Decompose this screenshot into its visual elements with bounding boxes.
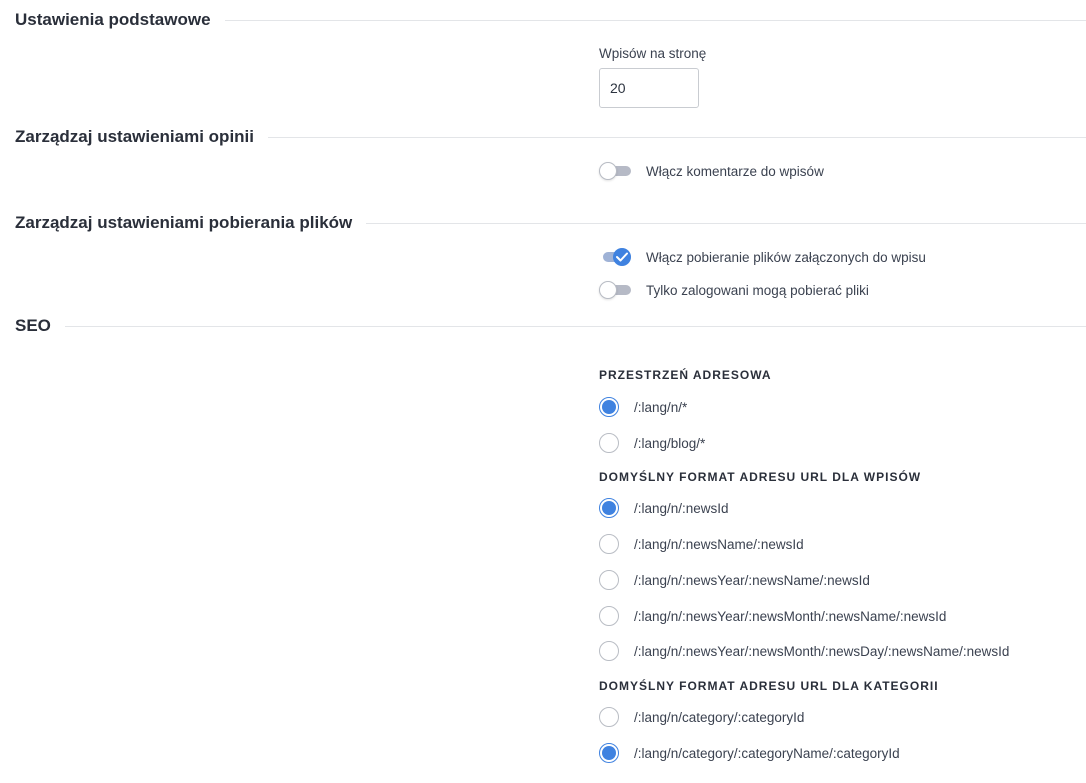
section-divider — [268, 136, 1086, 138]
toggle-row-enable-comments[interactable]: Włącz komentarze do wpisów — [599, 161, 824, 181]
section-divider — [366, 222, 1086, 224]
enable-comments-toggle[interactable] — [599, 162, 631, 180]
toggle-knob — [599, 281, 617, 299]
section-title: Ustawienia podstawowe — [15, 10, 211, 29]
radio-option[interactable]: /:lang/n/category/:categoryName/:categor… — [599, 742, 900, 764]
radio-button[interactable] — [599, 433, 619, 453]
radio-option[interactable]: /:lang/n/:newsName/:newsId — [599, 533, 804, 555]
enable-downloads-toggle[interactable] — [599, 248, 631, 266]
radio-label: /:lang/blog/* — [634, 435, 706, 451]
section-seo: SEO — [15, 314, 1086, 338]
namespace-group-title: PRZESTRZEŃ ADRESOWA — [599, 368, 772, 382]
radio-option[interactable]: /:lang/n/category/:categoryId — [599, 706, 804, 728]
radio-option[interactable]: /:lang/n/:newsYear/:newsMonth/:newsDay/:… — [599, 640, 1009, 662]
radio-label: /:lang/n/category/:categoryName/:categor… — [634, 745, 900, 761]
radio-button[interactable] — [599, 707, 619, 727]
radio-button[interactable] — [599, 498, 619, 518]
logged-only-toggle[interactable] — [599, 281, 631, 299]
posts-per-page-input[interactable] — [599, 68, 699, 108]
radio-button[interactable] — [599, 534, 619, 554]
radio-button[interactable] — [599, 641, 619, 661]
enable-downloads-label: Włącz pobieranie plików załączonych do w… — [646, 249, 926, 265]
section-downloads-settings: Zarządzaj ustawieniami pobierania plików — [15, 211, 1086, 235]
post-url-group-title: DOMYŚLNY FORMAT ADRESU URL DLA WPISÓW — [599, 470, 922, 484]
section-comments-settings: Zarządzaj ustawieniami opinii — [15, 125, 1086, 149]
radio-button[interactable] — [599, 570, 619, 590]
radio-label: /:lang/n/:newsYear/:newsMonth/:newsName/… — [634, 608, 947, 624]
posts-per-page-label: Wpisów na stronę — [599, 46, 707, 61]
logged-only-label: Tylko zalogowani mogą pobierać pliki — [646, 282, 869, 298]
blog-settings-page: Ustawienia podstawowe Wpisów na stronę Z… — [0, 0, 1086, 783]
radio-label: /:lang/n/* — [634, 399, 688, 415]
radio-label: /:lang/n/category/:categoryId — [634, 709, 805, 725]
section-divider — [64, 325, 1086, 327]
check-icon — [616, 252, 628, 262]
toggle-row-logged-only[interactable]: Tylko zalogowani mogą pobierać pliki — [599, 280, 869, 300]
section-title: SEO — [15, 316, 51, 335]
section-title: Zarządzaj ustawieniami opinii — [15, 127, 254, 146]
toggle-knob — [613, 248, 631, 266]
section-title: Zarządzaj ustawieniami pobierania plików — [15, 213, 353, 232]
category-url-group-title: DOMYŚLNY FORMAT ADRESU URL DLA KATEGORII — [599, 679, 939, 693]
radio-label: /:lang/n/:newsName/:newsId — [634, 536, 804, 552]
radio-button[interactable] — [599, 743, 619, 763]
radio-label: /:lang/n/:newsYear/:newsName/:newsId — [634, 572, 870, 588]
radio-label: /:lang/n/:newsId — [634, 500, 729, 516]
section-basic-settings: Ustawienia podstawowe — [15, 8, 1086, 32]
radio-option[interactable]: /:lang/n/:newsYear/:newsMonth/:newsName/… — [599, 605, 946, 627]
toggle-knob — [599, 162, 617, 180]
radio-button[interactable] — [599, 606, 619, 626]
radio-option[interactable]: /:lang/n/:newsYear/:newsName/:newsId — [599, 569, 870, 591]
radio-option[interactable]: /:lang/n/:newsId — [599, 497, 729, 519]
radio-option[interactable]: /:lang/blog/* — [599, 432, 705, 454]
section-divider — [224, 19, 1086, 21]
radio-label: /:lang/n/:newsYear/:newsMonth/:newsDay/:… — [634, 643, 1010, 659]
enable-comments-label: Włącz komentarze do wpisów — [646, 163, 824, 179]
radio-button[interactable] — [599, 397, 619, 417]
toggle-row-enable-downloads[interactable]: Włącz pobieranie plików załączonych do w… — [599, 247, 926, 267]
radio-option[interactable]: /:lang/n/* — [599, 396, 687, 418]
